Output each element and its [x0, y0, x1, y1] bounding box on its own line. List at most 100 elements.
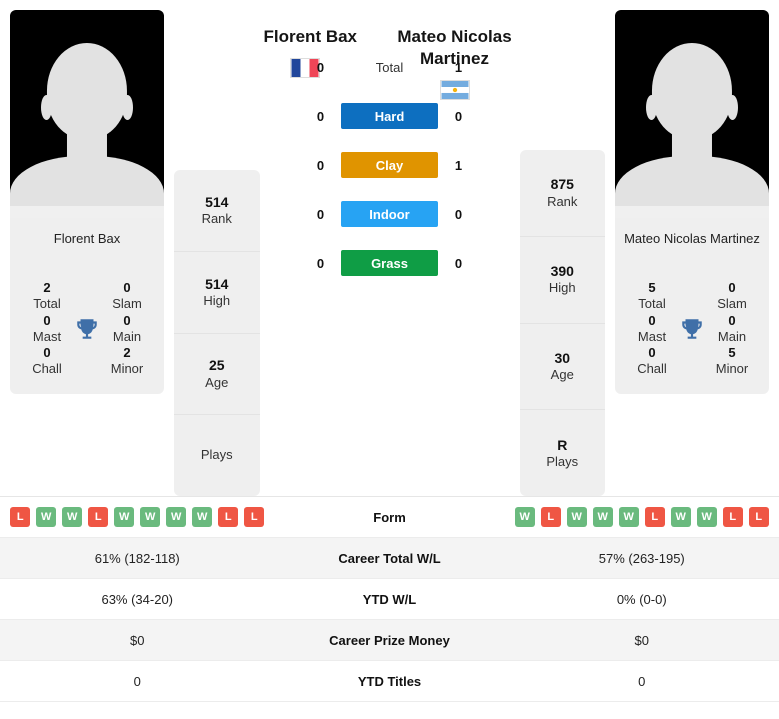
right-trophy-total: 5 Total: [629, 280, 675, 313]
right-high-segment: 390 High: [519, 237, 605, 324]
left-career-total-wl: 61% (182-118): [94, 550, 180, 566]
surface-badge-clay[interactable]: Clay: [341, 152, 438, 179]
left-player-name: Florent Bax: [263, 27, 358, 46]
form-badge-win: W: [514, 507, 535, 527]
left-trophy-minor-value: 2: [123, 345, 131, 360]
row-label-form: Form: [373, 509, 406, 525]
form-badge-win: W: [62, 507, 83, 527]
surface-badge-grass[interactable]: Grass: [341, 250, 438, 277]
row-label-career-prize-money: Career Prize Money: [329, 632, 450, 648]
surface-badge-hard[interactable]: Hard: [341, 103, 438, 130]
left-trophy-card: Florent Bax 2 Total 0 Slam 0 Mast 0 Main…: [10, 218, 164, 394]
form-badge-win: W: [618, 507, 639, 527]
left-plays-segment: Plays: [174, 415, 260, 496]
trophy-row-chall-minor: 0 Chall 2 Minor: [18, 345, 156, 378]
right-age-value: 30: [554, 349, 571, 366]
form-badge-win: W: [36, 507, 57, 527]
row-label-career-total-wl: Career Total W/L: [338, 550, 441, 566]
left-trophy-main: 0 Main: [104, 313, 150, 346]
trophy-row-total-slam: 2 Total 0 Slam: [18, 280, 156, 313]
right-trophy-total-value: 5: [648, 280, 656, 295]
trophy-icon: [70, 316, 104, 342]
left-trophy-player-name: Florent Bax: [53, 231, 121, 246]
table-row-career-total-wl: 61% (182-118) Career Total W/L 57% (263-…: [0, 538, 779, 579]
avatar-ear-left: [645, 95, 657, 121]
left-player-column: Florent Bax 2 Total 0 Slam 0 Mast 0 Main…: [10, 10, 164, 394]
right-form-badges: WLWWWLWWLL: [505, 507, 779, 527]
left-trophy-chall-value: 0: [43, 345, 51, 360]
form-badge-loss: L: [540, 507, 561, 527]
left-trophy-slam-value: 0: [123, 280, 131, 295]
right-trophy-main-label: Main: [717, 328, 747, 344]
form-badge-loss: L: [218, 507, 239, 527]
left-trophy-total: 2 Total: [24, 280, 70, 313]
player-comparison-page: Florent Bax 2 Total 0 Slam 0 Mast 0 Main…: [0, 0, 779, 719]
right-high-value: 390: [550, 263, 574, 280]
right-age-label: Age: [550, 367, 574, 383]
right-ytd-titles: 0: [638, 673, 646, 689]
avatar-ear-right: [122, 95, 134, 121]
left-form-badges: LWWLWWWWLL: [0, 507, 275, 527]
left-profile-card: 514 Rank 514 High 25 Age Plays: [174, 170, 260, 496]
surface-row-indoor: 0 Indoor 0: [310, 201, 470, 228]
right-trophy-main-value: 0: [728, 312, 736, 328]
form-badge-win: W: [670, 507, 691, 527]
right-trophy-mast: 0 Mast: [629, 313, 675, 346]
left-ytd-titles: 0: [133, 673, 141, 689]
right-rank-value: 875: [550, 176, 574, 193]
left-high-label: High: [203, 292, 231, 308]
table-row-career-prize-money: $0 Career Prize Money $0: [0, 620, 779, 661]
surface-badge-total: Total: [375, 59, 404, 75]
form-badge-win: W: [166, 507, 187, 527]
surface-row-hard: 0 Hard 0: [310, 103, 470, 130]
left-trophy-grid: 2 Total 0 Slam 0 Mast 0 Main 0 Chall 2 M…: [18, 280, 156, 378]
left-trophy-minor: 2 Minor: [104, 345, 150, 378]
right-trophy-total-label: Total: [638, 296, 666, 312]
comparison-stats-table: LWWLWWWWLL Form WLWWWLWWLL 61% (182-118)…: [0, 496, 779, 702]
right-rank-segment: 875 Rank: [519, 150, 605, 237]
right-score-total: 1: [454, 59, 463, 75]
right-trophy-chall: 0 Chall: [629, 345, 675, 378]
left-age-segment: 25 Age: [174, 334, 260, 416]
left-trophy-main-label: Main: [112, 328, 142, 344]
right-trophy-mast-label: Mast: [637, 328, 667, 344]
right-plays-label: Plays: [546, 453, 579, 469]
right-age-segment: 30 Age: [519, 324, 605, 411]
trophy-icon: [675, 316, 709, 342]
right-trophy-slam-value: 0: [728, 280, 736, 295]
left-player-avatar: [10, 10, 164, 218]
form-badge-win: W: [592, 507, 613, 527]
left-trophy-slam-label: Slam: [112, 296, 142, 312]
avatar-floor: [615, 205, 769, 218]
surface-breakdown-list: 0 Total 1 0 Hard 0 0 Clay 1 0 Indoor 0 0…: [310, 54, 470, 277]
form-badge-loss: L: [88, 507, 109, 527]
right-score-clay: 1: [454, 157, 463, 173]
right-plays-segment: R Plays: [520, 410, 606, 496]
form-badge-loss: L: [722, 507, 743, 527]
form-badge-loss: L: [748, 507, 769, 527]
form-badge-win: W: [114, 507, 135, 527]
form-badge-win: W: [192, 507, 213, 527]
left-trophy-mast-label: Mast: [32, 328, 62, 344]
right-career-prize-money: $0: [634, 632, 649, 648]
right-trophy-chall-value: 0: [648, 345, 656, 360]
left-trophy-mast: 0 Mast: [24, 313, 70, 346]
right-trophy-minor-label: Minor: [715, 361, 749, 377]
form-badge-loss: L: [244, 507, 265, 527]
right-trophy-minor-value: 5: [728, 345, 736, 360]
left-rank-label: Rank: [201, 211, 232, 227]
form-badge-loss: L: [10, 507, 31, 527]
surface-badge-indoor[interactable]: Indoor: [341, 201, 438, 228]
trophy-row-total-slam: 5 Total 0 Slam: [623, 280, 761, 313]
form-badge-win: W: [140, 507, 161, 527]
top-comparison-area: Florent Bax 2 Total 0 Slam 0 Mast 0 Main…: [0, 0, 779, 496]
left-score-total: 0: [316, 59, 325, 75]
trophy-row-mast-main: 0 Mast 0 Main: [18, 313, 156, 346]
left-trophy-chall-label: Chall: [32, 361, 62, 377]
left-score-hard: 0: [316, 108, 325, 124]
right-trophy-player-name: Mateo Nicolas Martinez: [624, 231, 760, 246]
form-badge-win: W: [566, 507, 587, 527]
right-trophy-grid: 5 Total 0 Slam 0 Mast 0 Main 0 Chall 5 M…: [623, 280, 761, 378]
right-score-indoor: 0: [454, 206, 463, 222]
left-score-indoor: 0: [316, 206, 325, 222]
